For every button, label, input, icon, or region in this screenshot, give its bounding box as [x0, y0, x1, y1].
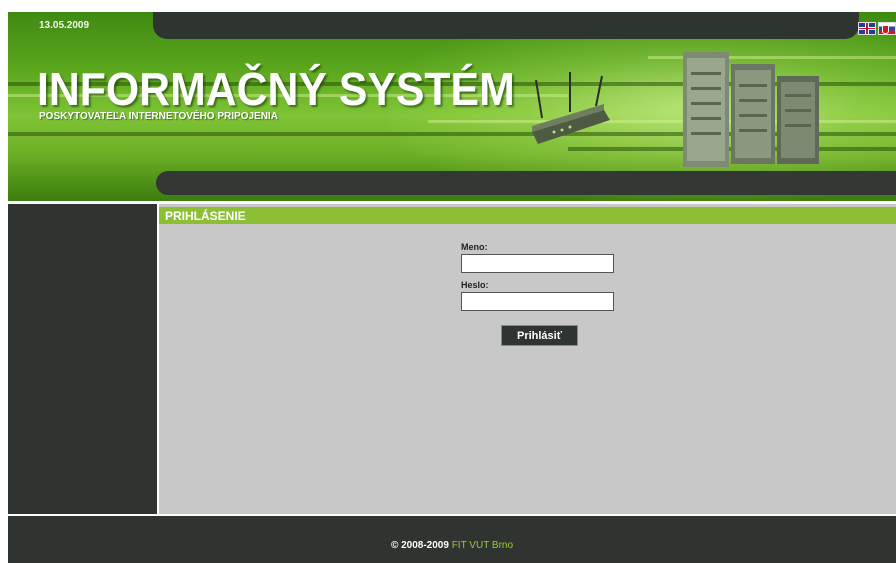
- login-button[interactable]: Prihlásiť: [501, 325, 578, 346]
- login-form: Meno: Heslo: Prihlásiť: [461, 240, 621, 346]
- sidebar: [8, 204, 157, 514]
- username-label: Meno:: [461, 242, 488, 252]
- header-top-bar: [153, 12, 859, 39]
- main-content: PRIHLÁSENIE Meno: Heslo: Prihlásiť: [159, 204, 896, 514]
- server-rack-icon: [683, 52, 819, 167]
- router-icon: [532, 72, 610, 144]
- fit-vut-link[interactable]: FIT VUT Brno: [452, 540, 513, 551]
- section-title: PRIHLÁSENIE: [165, 209, 246, 223]
- footer: © 2008-2009 FIT VUT Brno: [8, 516, 896, 563]
- language-switcher: [858, 22, 896, 35]
- section-header: PRIHLÁSENIE: [159, 207, 896, 224]
- current-date: 13.05.2009: [39, 20, 90, 31]
- site-title: INFORMAČNÝ SYSTÉM: [37, 63, 515, 115]
- footer-copyright: © 2008-2009 FIT VUT Brno: [8, 540, 896, 551]
- header-bottom-bar: [156, 171, 896, 195]
- username-input[interactable]: [461, 254, 614, 273]
- password-label: Heslo:: [461, 280, 489, 290]
- header-banner: 13.05.2009 INFORMAČNÝ SYSTÉM POSKYTOVATE…: [8, 12, 896, 201]
- copyright-text: © 2008-2009: [390, 540, 449, 551]
- page: 13.05.2009 INFORMAČNÝ SYSTÉM POSKYTOVATE…: [0, 0, 896, 563]
- slovak-flag-icon[interactable]: [878, 22, 896, 35]
- header-stripe: [428, 120, 896, 123]
- site-subtitle: POSKYTOVATEĽA INTERNETOVÉHO PRIPOJENIA: [39, 111, 278, 122]
- uk-flag-icon[interactable]: [858, 22, 876, 35]
- password-input[interactable]: [461, 292, 614, 311]
